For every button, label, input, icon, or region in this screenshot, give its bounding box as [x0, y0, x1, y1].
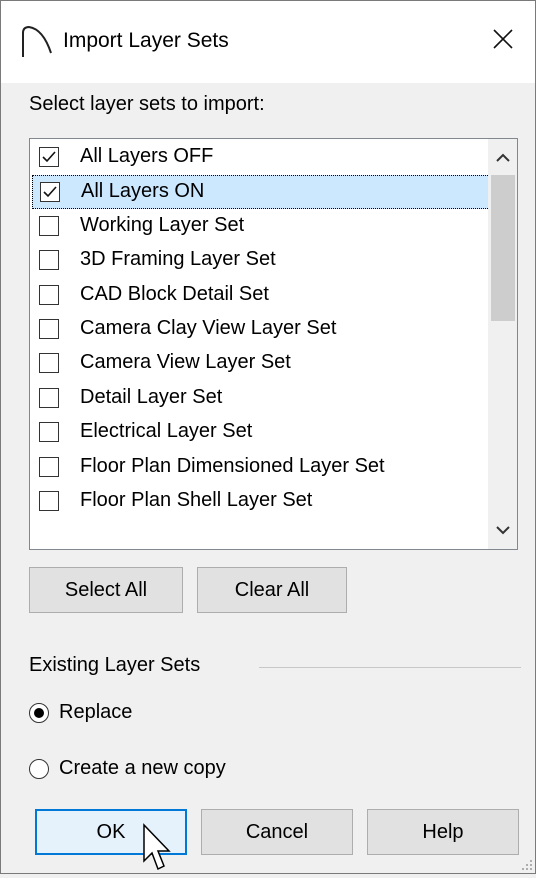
radio-label: Create a new copy [59, 757, 226, 779]
checkbox[interactable] [39, 353, 59, 374]
list-item[interactable]: Working Layer Set [32, 210, 498, 244]
list-item-label: Electrical Layer Set [80, 420, 253, 443]
select-all-button[interactable]: Select All [29, 567, 183, 613]
title-bar: Import Layer Sets [1, 1, 535, 83]
vertical-scrollbar[interactable] [488, 139, 517, 549]
checkbox[interactable] [39, 319, 59, 339]
scroll-down-button[interactable] [488, 517, 517, 547]
checkbox[interactable] [39, 215, 59, 236]
chevron-down-icon [496, 523, 510, 541]
radio-selected[interactable] [29, 703, 49, 723]
list-item-label: Floor Plan Dimensioned Layer Set [80, 454, 385, 477]
close-button[interactable] [481, 19, 525, 63]
list-item[interactable]: Floor Plan Dimensioned Layer Set [32, 451, 498, 485]
dialog-title: Import Layer Sets [63, 29, 229, 52]
checkbox[interactable] [39, 422, 59, 443]
list-item-label: Working Layer Set [80, 213, 245, 236]
group-divider [259, 667, 521, 668]
mouse-pointer-icon [142, 823, 172, 878]
list-item-label: Camera Clay View Layer Set [80, 317, 337, 339]
checkbox-checked[interactable] [39, 147, 59, 167]
checkbox[interactable] [39, 284, 59, 305]
radio-button[interactable] [29, 759, 49, 779]
list-item[interactable]: All Layers ON [32, 175, 498, 210]
scroll-thumb[interactable] [491, 175, 515, 321]
checkbox[interactable] [39, 491, 59, 511]
list-item-label: All Layers ON [81, 180, 205, 203]
list-item[interactable]: Camera View Layer Set [32, 347, 498, 381]
chevron-up-icon [496, 149, 510, 167]
layer-sets-list[interactable]: Floor Plan Shell Layer Set Floor Plan Dim… [29, 138, 518, 550]
list-item-label: All Layers OFF [80, 145, 214, 167]
list-item[interactable]: 3D Framing Layer Set [32, 244, 498, 278]
checkbox[interactable] [39, 250, 59, 271]
import-layer-sets-dialog: Import Layer Sets Select layer sets to i… [0, 0, 536, 874]
cancel-button[interactable]: Cancel [201, 809, 353, 855]
list-item[interactable]: Detail Layer Set [32, 382, 498, 416]
list-item[interactable]: Camera Clay View Layer Set [32, 313, 498, 347]
close-icon [492, 28, 514, 55]
help-button[interactable]: Help [367, 809, 519, 855]
existing-layer-sets-label: Existing Layer Sets [29, 654, 201, 676]
list-item-label: 3D Framing Layer Set [80, 248, 276, 271]
list-item-label: CAD Block Detail Set [80, 282, 269, 305]
radio-label: Replace [59, 701, 133, 723]
checkbox[interactable] [39, 387, 59, 408]
resize-grip-icon[interactable] [519, 857, 533, 876]
list-item[interactable]: CAD Block Detail Set [32, 279, 498, 313]
list-item[interactable]: Electrical Layer Set [32, 416, 498, 450]
list-item-label: Floor Plan Shell Layer Set [80, 489, 313, 511]
scroll-up-button[interactable] [488, 143, 517, 173]
list-item[interactable]: All Layers OFF [32, 141, 498, 175]
list-label: Select layer sets to import: [29, 93, 265, 115]
list-item-label: Camera View Layer Set [80, 351, 291, 374]
checkbox-checked[interactable] [40, 182, 60, 203]
list-item-label: Detail Layer Set [80, 385, 223, 408]
arc-icon [19, 23, 55, 59]
list-item[interactable]: Floor Plan Shell Layer Set [32, 485, 498, 519]
checkbox[interactable] [39, 456, 59, 477]
clear-all-button[interactable]: Clear All [197, 567, 347, 613]
